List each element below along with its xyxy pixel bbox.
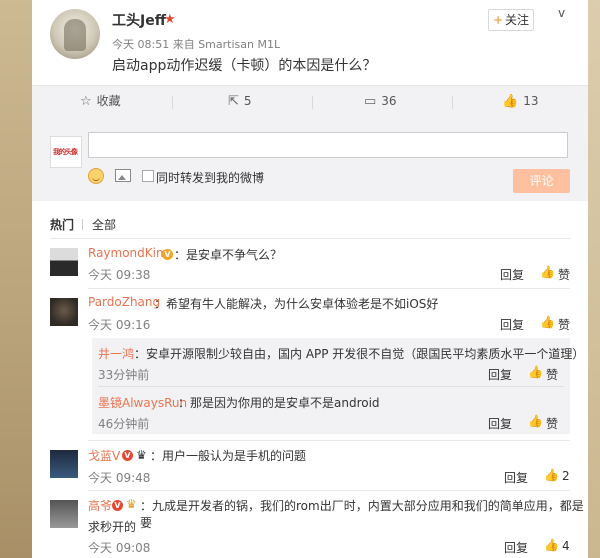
comment-count: 36 (381, 94, 397, 108)
author-avatar[interactable] (50, 9, 100, 59)
commenter-name[interactable]: PardoZhang (88, 295, 160, 309)
thumbs-up-icon[interactable]: 👍 (544, 468, 559, 482)
post-meta: 今天 08:51 来自 Smartisan M1L (112, 38, 281, 51)
commenter-avatar[interactable] (50, 500, 78, 528)
reply-text: ：安卓开源限制少较自由，国内 APP 开发很不自觉（跟国民平均素质水平一个道理） (134, 347, 585, 361)
comment-like-count[interactable]: 2 (562, 469, 570, 483)
author-name[interactable]: 工头Jeff (112, 10, 166, 30)
comment-text: ：是安卓不争气么？ (174, 248, 283, 262)
comment-time: 今天 09:48 (88, 471, 151, 485)
background-left (0, 0, 32, 558)
like-count: 13 (523, 94, 539, 108)
thumbs-up-icon[interactable]: 👍 (540, 315, 555, 329)
divider (98, 386, 564, 387)
comment-like-label[interactable]: 赞 (558, 316, 570, 333)
divider (82, 219, 83, 230)
commenter-avatar[interactable] (50, 298, 78, 326)
reply-button[interactable]: 回复 (504, 539, 528, 556)
thumbs-up-icon: 👍 (502, 94, 519, 109)
reply-like-label[interactable]: 赞 (546, 415, 558, 432)
my-avatar: 我的头像 (50, 136, 82, 168)
repost-count: 5 (243, 94, 252, 108)
comment-time: 今天 09:16 (88, 318, 151, 332)
comment-like-count[interactable]: 4 (562, 539, 570, 553)
comment-text: ：九成是开发者的锅，我们的rom出厂时，内置大部分应用和我们的简单应用，都是要 (140, 499, 584, 530)
repost-icon: ⇱ (228, 94, 239, 109)
tab-hot[interactable]: 热门 (50, 216, 74, 233)
thumbs-up-icon[interactable]: 👍 (528, 365, 543, 379)
verified-star-icon: ★ (164, 12, 176, 27)
favorite-label: 收藏 (96, 94, 121, 108)
reply-like-label[interactable]: 赞 (546, 366, 558, 383)
reply-button[interactable]: 回复 (500, 316, 524, 333)
comment-text: ：用户一般认为是手机的问题 (150, 449, 307, 463)
avatar-text: 我的头像 (53, 148, 78, 156)
thumbs-up-icon[interactable]: 👍 (540, 265, 555, 279)
plus-icon: + (492, 13, 504, 27)
reply-button[interactable]: 回复 (504, 469, 528, 486)
repost-button[interactable]: ⇱ 5 (228, 86, 252, 118)
action-bar: ☆ 收藏 ⇱ 5 ▭ 36 👍 13 (32, 85, 588, 119)
verified-badge-icon: V (112, 500, 123, 511)
reply-button[interactable]: 回复 (488, 415, 512, 432)
reply-author-name[interactable]: 井一鸿 (98, 345, 134, 362)
comment-input[interactable] (88, 132, 568, 158)
commenter-name[interactable]: RaymondKim (88, 246, 168, 260)
divider (452, 96, 453, 109)
divider (50, 238, 570, 239)
weibo-card: 工头Jeff ★ 今天 08:51 来自 Smartisan M1L 启动app… (32, 0, 588, 558)
commenter-name[interactable]: 戈蓝V (88, 447, 120, 464)
divider (88, 288, 570, 289)
divider (312, 96, 313, 109)
comment-icon: ▭ (364, 94, 377, 109)
commenter-avatar[interactable] (50, 248, 78, 276)
reply-time: 46分钟前 (98, 417, 150, 431)
divider (88, 440, 570, 441)
chevron-down-icon[interactable]: v (558, 6, 565, 20)
favorite-button[interactable]: ☆ 收藏 (80, 86, 121, 118)
comment-time: 今天 09:08 (88, 541, 151, 555)
submit-comment-button[interactable]: 评论 (513, 169, 570, 193)
star-outline-icon: ☆ (80, 94, 92, 109)
reply-text: ：那是因为你用的是安卓不是android (178, 396, 380, 410)
follow-label: 关注 (505, 13, 530, 27)
reply-button[interactable]: 回复 (500, 266, 524, 283)
divider (88, 490, 570, 491)
repost-checkbox[interactable] (142, 170, 154, 182)
repost-checkbox-label: 同时转发到我的微博 (156, 171, 265, 185)
emoji-icon[interactable] (88, 168, 104, 184)
member-crown-icon: ♛ (136, 448, 147, 462)
reply-time: 33分钟前 (98, 368, 150, 382)
comment-button[interactable]: ▭ 36 (364, 86, 397, 118)
post-header: 工头Jeff ★ 今天 08:51 来自 Smartisan M1L 启动app… (32, 0, 588, 85)
verified-badge-icon: V (122, 450, 133, 461)
reply-author-name[interactable]: 墨镜AlwaysRun (98, 394, 187, 411)
follow-button[interactable]: + 关注 (488, 9, 534, 31)
thumbs-up-icon[interactable]: 👍 (544, 538, 559, 552)
comment-like-label[interactable]: 赞 (558, 266, 570, 283)
post-text: 启动app动作迟缓（卡顿）的本因是什么？ (112, 58, 377, 74)
member-crown-icon: ♛ (126, 497, 137, 511)
comment-text: ：希望有牛人能解决，为什么安卓体验老是不如iOS好 (154, 297, 439, 311)
tab-all[interactable]: 全部 (92, 216, 116, 233)
image-icon[interactable] (115, 169, 131, 182)
like-button[interactable]: 👍 13 (502, 86, 538, 118)
comment-text-line2: 求秒开的 (88, 520, 137, 534)
thumbs-up-icon[interactable]: 👍 (528, 414, 543, 428)
comment-tabs: 热门 全部 (32, 216, 588, 236)
commenter-name[interactable]: 高爷 (88, 497, 112, 514)
divider (172, 96, 173, 109)
commenter-avatar[interactable] (50, 450, 78, 478)
reply-button[interactable]: 回复 (488, 366, 512, 383)
comment-composer (32, 117, 588, 201)
verified-badge-icon: V (162, 249, 173, 260)
comment-time: 今天 09:38 (88, 268, 151, 282)
